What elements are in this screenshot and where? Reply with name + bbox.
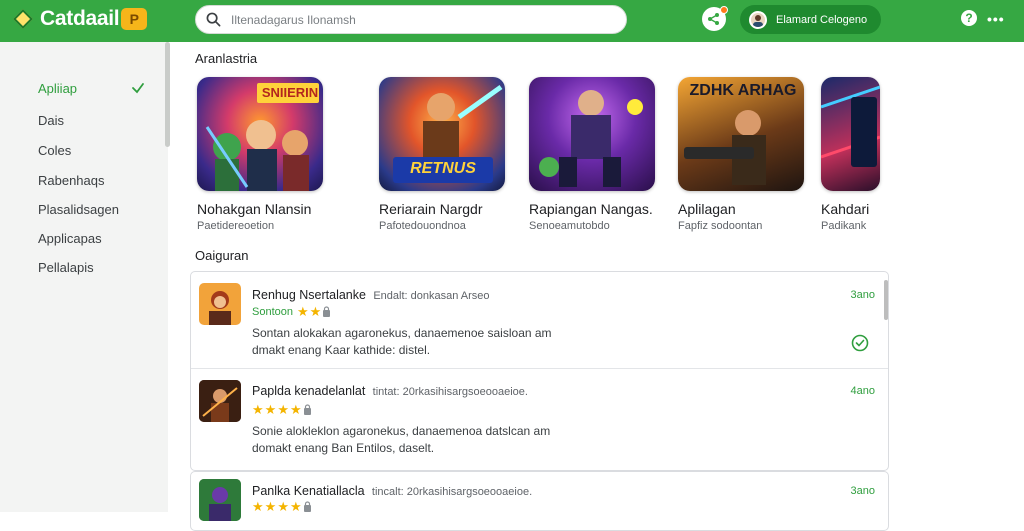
sidebar-item-7[interactable]: Pellalapis xyxy=(38,260,94,275)
review-app-name[interactable]: Renhug Nsertalanke xyxy=(252,288,366,302)
reviews-scrollbar[interactable] xyxy=(884,280,888,320)
tile-text: RETNUS xyxy=(410,160,476,177)
apps-share-icon xyxy=(708,13,719,25)
review-text-line: dmakt enang Kaar kathide: distel. xyxy=(252,343,431,357)
rating-label: Sontoon xyxy=(252,305,293,318)
sidebar-scrollbar[interactable] xyxy=(165,42,170,147)
app-title: Aplilagan xyxy=(678,201,736,217)
review-app-icon[interactable] xyxy=(199,283,241,325)
sidebar-item-3[interactable]: Coles xyxy=(38,143,71,158)
featured-app-card[interactable]: ZDHK ARHAG Aplilagan Fapfiz sodoontan xyxy=(678,77,804,232)
featured-app-card[interactable]: SNIIERIN Nohakgan Nlansin Paetidereoetio… xyxy=(197,77,323,232)
review-app-name[interactable]: Paplda kenadelanlat xyxy=(252,384,365,398)
reviews-heading: Oaiguran xyxy=(195,248,249,263)
star-icon: ★ xyxy=(277,402,289,417)
star-icon: ★ xyxy=(252,499,264,514)
sidebar xyxy=(0,42,168,512)
review-rating: ★ ★ ★ ★ xyxy=(252,403,312,416)
game-icon xyxy=(529,77,655,191)
review-text: Sonie alokleklon agaronekus, danaemenoa … xyxy=(252,423,582,457)
featured-heading: Aranlastria xyxy=(195,51,258,66)
star-icon: ★ xyxy=(252,402,264,417)
star-icon: ★ xyxy=(289,499,302,514)
app-subtitle: Fapfiz sodoontan xyxy=(678,220,763,232)
logo-diamond-icon xyxy=(12,8,34,30)
review-header: Renhug Nsertalanke Endalt: donkasan Arse… xyxy=(252,288,490,302)
lock-icon xyxy=(303,501,311,512)
star-icon: ★ xyxy=(289,402,302,417)
notifications-button[interactable] xyxy=(702,6,728,31)
app-title: Reriarain Nargdr xyxy=(379,201,483,217)
game-icon xyxy=(821,77,880,191)
search-bar[interactable] xyxy=(195,5,627,34)
lock-icon xyxy=(323,306,331,317)
notification-dot xyxy=(720,6,728,14)
review-app-icon[interactable] xyxy=(199,380,241,422)
review-time: 3ano xyxy=(850,289,875,301)
star-icon: ★ xyxy=(309,304,322,319)
store-logo[interactable]: Catdaail P xyxy=(12,7,148,31)
featured-app-card[interactable]: RETNUS Reriarain Nargdr Pafotedouondnoa xyxy=(379,77,505,232)
featured-app-card[interactable]: Rapiangan Nangas. Senoeamutobdo xyxy=(529,77,655,232)
review-app-name[interactable]: Panlka Kenatiallacla xyxy=(252,484,365,498)
checkmark-icon xyxy=(132,83,144,94)
account-chip[interactable]: Elamard Celogeno xyxy=(740,5,881,34)
review-divider xyxy=(191,368,888,369)
star-icon: ★ xyxy=(264,499,277,514)
logo-text: Catdaail xyxy=(40,7,120,30)
avatar xyxy=(749,10,767,29)
more-options-icon[interactable]: ••• xyxy=(987,11,1005,27)
featured-app-card[interactable]: Kahdari Padikank xyxy=(821,77,880,232)
review-meta: Endalt: donkasan Arseo xyxy=(373,290,490,302)
lock-icon xyxy=(303,404,311,415)
star-icon: ★ xyxy=(296,304,309,319)
review-text: Sontan alokakan agaronekus, danaemenoe s… xyxy=(252,325,582,359)
review-time: 4ano xyxy=(850,385,875,397)
review-rating: Sontoon ★ ★ xyxy=(252,305,331,318)
review-text-line: Sontan alokakan agaronekus, danaemenoe s… xyxy=(252,326,552,340)
sidebar-item-5[interactable]: Plasalidsagen xyxy=(38,202,119,217)
app-subtitle: Paetidereoetion xyxy=(197,220,275,232)
app-title: Kahdari xyxy=(821,201,870,217)
app-subtitle: Padikank xyxy=(821,220,867,232)
top-app-bar: Catdaail P Elamard Celogeno ? ••• xyxy=(0,0,1024,42)
review-app-icon[interactable] xyxy=(199,479,241,521)
review-meta: tintat: 20rkasihisargsoeooaeioe. xyxy=(372,386,528,398)
sidebar-item-apps[interactable]: Apliiap xyxy=(38,81,77,96)
search-input[interactable] xyxy=(231,12,611,27)
review-meta: tincalt: 20rkasihisargsoeooaeioe. xyxy=(371,486,533,498)
tile-text: ZDHK ARHAG xyxy=(689,82,797,99)
review-rating: ★ ★ ★ ★ xyxy=(252,500,312,513)
review-time: 3ano xyxy=(850,485,875,497)
sidebar-item-4[interactable]: Rabenhaqs xyxy=(38,173,105,188)
sidebar-item-6[interactable]: Applicapas xyxy=(38,231,102,246)
account-name: Elamard Celogeno xyxy=(776,13,868,26)
review-text-line: Sonie alokleklon agaronekus, danaemenoa … xyxy=(252,424,551,438)
game-icon: ZDHK ARHAG xyxy=(678,77,804,191)
game-icon: RETNUS xyxy=(379,77,505,191)
game-icon: SNIIERIN xyxy=(197,77,323,191)
review-header: Paplda kenadelanlat tintat: 20rkasihisar… xyxy=(252,384,528,398)
review-header: Panlka Kenatiallacla tincalt: 20rkasihis… xyxy=(252,484,532,498)
tile-text: SNIIERIN xyxy=(261,85,319,100)
logo-badge: P xyxy=(121,8,148,30)
search-icon xyxy=(206,12,221,27)
star-icon: ★ xyxy=(277,499,289,514)
app-subtitle: Pafotedouondnoa xyxy=(379,220,466,232)
app-title: Nohakgan Nlansin xyxy=(197,201,312,217)
sidebar-item-2[interactable]: Dais xyxy=(38,113,64,128)
app-title: Rapiangan Nangas. xyxy=(529,201,653,217)
check-circle-icon[interactable] xyxy=(851,334,869,352)
help-icon[interactable]: ? xyxy=(961,10,977,26)
app-subtitle: Senoeamutobdo xyxy=(529,220,610,232)
review-text-line: domakt enang Ban Entilos, daselt. xyxy=(252,441,435,455)
star-icon: ★ xyxy=(264,402,277,417)
